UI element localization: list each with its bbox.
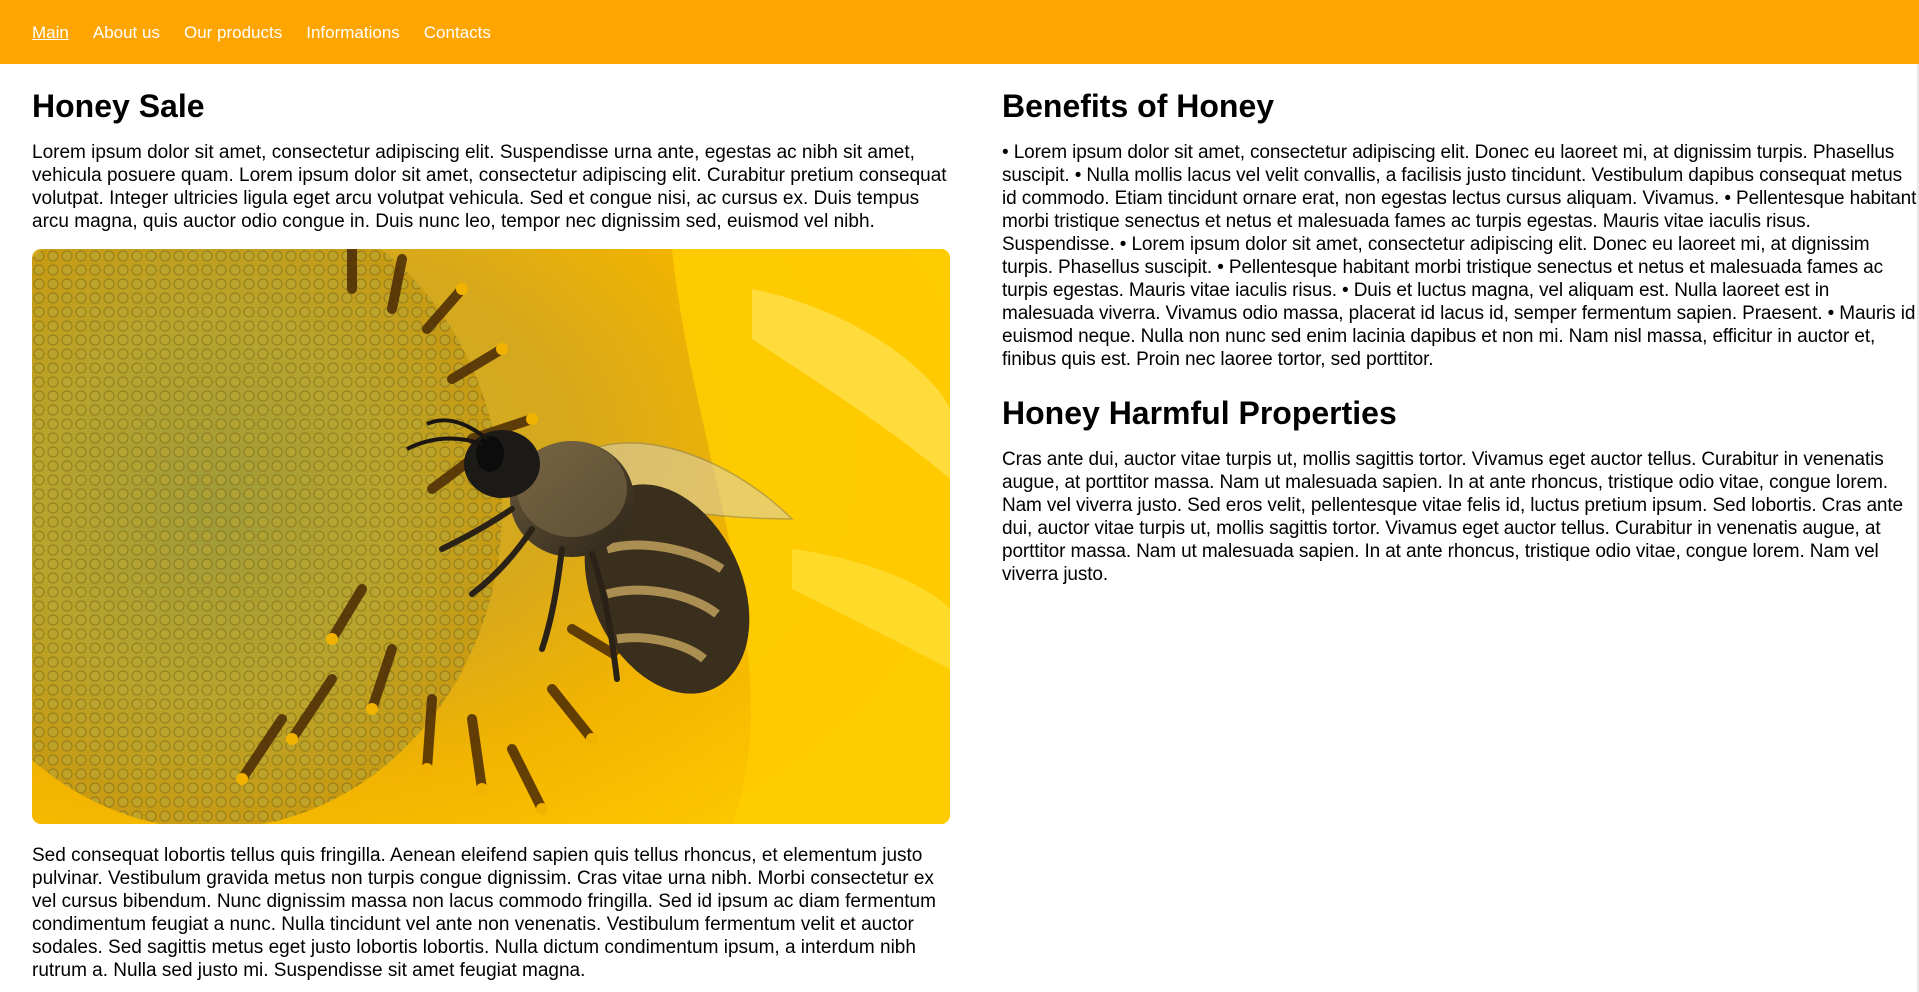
harmful-properties-heading: Honey Harmful Properties — [1002, 394, 1397, 431]
top-navbar: Main About us Our products Informations … — [0, 0, 1919, 64]
benefits-text: • Lorem ipsum dolor sit amet, consectetu… — [1002, 141, 1917, 370]
nav-link-about-us[interactable]: About us — [93, 24, 160, 41]
nav-link-contacts[interactable]: Contacts — [424, 24, 491, 41]
harmful-properties-text: Cras ante dui, auctor vitae turpis ut, m… — [1002, 448, 1903, 585]
nav-link-our-products[interactable]: Our products — [184, 24, 282, 41]
right-column: Benefits of Honey • Lorem ipsum dolor si… — [1002, 64, 1918, 586]
nav-link-informations[interactable]: Informations — [306, 24, 400, 41]
left-column: Honey Sale Lorem ipsum dolor sit amet, c… — [32, 64, 950, 982]
benefits-heading: Benefits of Honey — [1002, 88, 1275, 124]
nav-link-main[interactable]: Main — [32, 24, 69, 41]
honey-sale-after-image-text: Sed consequat lobortis tellus quis fring… — [32, 844, 936, 981]
honey-sale-intro: Lorem ipsum dolor sit amet, consectetur … — [32, 141, 947, 232]
bee-on-sunflower-image — [32, 248, 950, 824]
honey-sale-heading: Honey Sale — [32, 88, 205, 124]
